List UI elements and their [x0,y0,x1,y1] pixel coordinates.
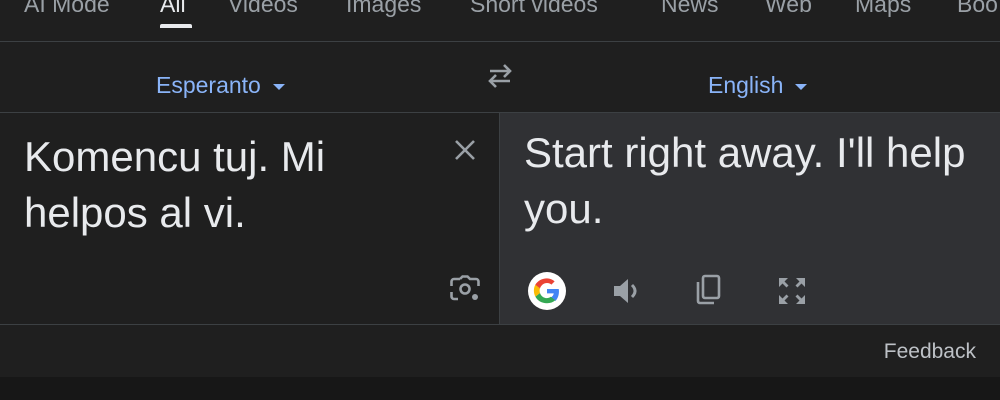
chevron-down-icon [272,84,285,90]
tab-short-videos[interactable]: Short videos [470,0,598,18]
close-icon[interactable] [448,133,482,167]
target-language-select[interactable]: English [708,70,808,100]
camera-lens-icon[interactable] [447,272,483,306]
tab-all[interactable]: All [160,0,186,18]
tab-ai-mode[interactable]: AI Mode [24,0,110,18]
tab-images[interactable]: Images [346,0,421,18]
translation-output-panel: Start right away. I'll help you. [500,113,1000,324]
source-panel[interactable]: Komencu tuj. Mi helpos al vi. [0,113,500,324]
tab-videos[interactable]: Videos [228,0,298,18]
translate-footer: Feedback [0,325,1000,377]
chevron-down-icon [795,84,808,90]
tab-web[interactable]: Web [765,0,812,18]
copy-icon[interactable] [690,271,726,309]
target-language-label: English [708,72,784,98]
source-language-select[interactable]: Esperanto [156,70,285,100]
tab-books[interactable]: Boo [957,0,998,18]
translation-panels: Komencu tuj. Mi helpos al vi. Start righ… [0,112,1000,325]
tab-news[interactable]: News [661,0,719,18]
translated-text: Start right away. I'll help you. [524,129,966,232]
bottom-divider [0,377,1000,400]
source-text-input[interactable]: Komencu tuj. Mi helpos al vi. [24,129,424,241]
search-tabs: AI Mode All Videos Images Short videos N… [0,0,1000,42]
active-tab-indicator [160,24,192,28]
feedback-link[interactable]: Feedback [884,339,976,365]
speaker-icon[interactable] [610,273,646,309]
fullscreen-icon[interactable] [774,273,810,309]
google-logo-icon[interactable] [528,272,566,310]
language-bar: Esperanto English [0,42,1000,112]
tab-maps[interactable]: Maps [855,0,911,18]
swap-languages-icon[interactable] [484,62,516,90]
source-language-label: Esperanto [156,72,261,98]
